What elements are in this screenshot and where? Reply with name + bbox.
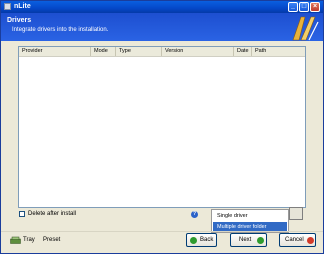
back-button[interactable]: Back — [186, 233, 217, 247]
tray-icon — [10, 236, 21, 244]
footer-divider — [1, 231, 323, 232]
column-path[interactable]: Path — [252, 47, 305, 56]
close-button[interactable]: × — [310, 2, 320, 12]
help-icon[interactable]: ? — [191, 211, 198, 218]
column-provider[interactable]: Provider — [19, 47, 91, 56]
column-mode[interactable]: Mode — [91, 47, 116, 56]
menu-item-single-driver[interactable]: Single driver — [213, 211, 287, 221]
cancel-x-icon — [307, 237, 314, 244]
close-icon: × — [312, 3, 318, 10]
column-date[interactable]: Date — [234, 47, 252, 56]
next-button[interactable]: Next — [230, 233, 267, 247]
delete-after-install-label: Delete after install — [28, 211, 77, 217]
next-arrow-icon — [257, 237, 264, 244]
tray-label: Tray — [23, 237, 35, 243]
back-arrow-icon — [190, 237, 197, 244]
insert-menu: Single driver Multiple driver folder — [211, 209, 289, 233]
maximize-icon: □ — [301, 3, 307, 10]
delete-after-install-checkbox[interactable] — [19, 211, 25, 217]
column-type[interactable]: Type — [116, 47, 162, 56]
nlite-window: nLite _ □ × Drivers Integrate drivers in… — [0, 0, 324, 254]
driver-list[interactable]: Provider Mode Type Version Date Path — [18, 46, 306, 208]
column-version[interactable]: Version — [162, 47, 234, 56]
driver-list-header: Provider Mode Type Version Date Path — [19, 47, 305, 57]
app-icon — [4, 3, 11, 10]
title-bar[interactable]: nLite _ □ × — [1, 1, 323, 13]
preset-button[interactable]: Preset — [43, 236, 60, 244]
page-subtitle: Integrate drivers into the installation. — [12, 27, 109, 33]
next-label: Next — [239, 237, 252, 243]
page-title: Drivers — [7, 17, 32, 24]
cancel-button[interactable]: Cancel — [279, 233, 316, 247]
maximize-button[interactable]: □ — [299, 2, 309, 12]
cancel-label: Cancel — [285, 237, 304, 243]
minimize-icon: _ — [291, 3, 295, 10]
insert-button[interactable] — [289, 207, 303, 220]
nlite-logo — [292, 16, 319, 41]
page-header: Drivers Integrate drivers into the insta… — [1, 13, 323, 41]
back-label: Back — [200, 237, 214, 243]
window-title: nLite — [14, 3, 31, 10]
minimize-button[interactable]: _ — [288, 2, 298, 12]
